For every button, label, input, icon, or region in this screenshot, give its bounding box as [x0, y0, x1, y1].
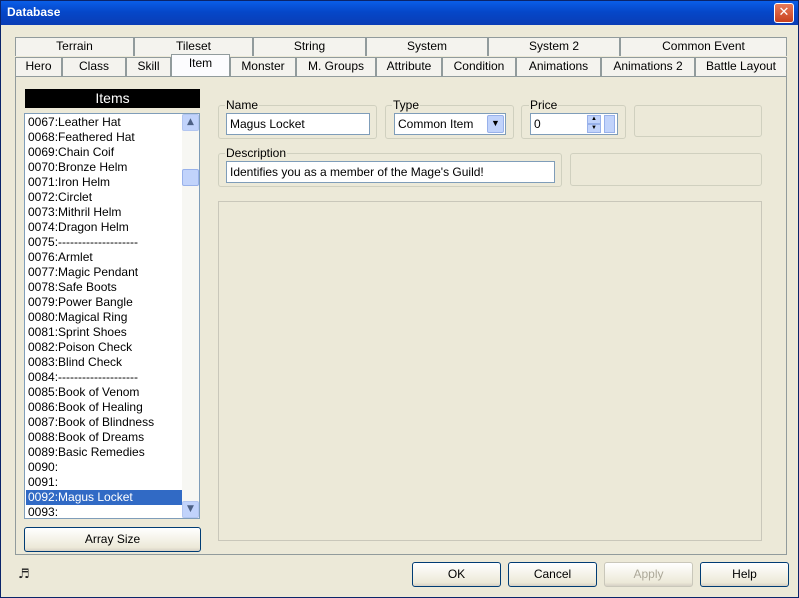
scroll-thumb[interactable]: [182, 169, 199, 186]
items-list-header: Items: [25, 89, 200, 108]
tab-system[interactable]: System: [366, 37, 488, 56]
list-item[interactable]: 0077:Magic Pendant: [26, 265, 185, 280]
chevron-down-icon[interactable]: ▼: [487, 115, 504, 133]
list-item[interactable]: 0083:Blind Check: [26, 355, 185, 370]
list-item[interactable]: 0074:Dragon Helm: [26, 220, 185, 235]
ok-button[interactable]: OK: [412, 562, 501, 587]
list-item[interactable]: 0071:Iron Helm: [26, 175, 185, 190]
list-item[interactable]: 0087:Book of Blindness: [26, 415, 185, 430]
list-item[interactable]: 0089:Basic Remedies: [26, 445, 185, 460]
list-item[interactable]: 0086:Book of Healing: [26, 400, 185, 415]
list-item[interactable]: 0069:Chain Coif: [26, 145, 185, 160]
list-item[interactable]: 0075:--------------------: [26, 235, 185, 250]
name-input[interactable]: Magus Locket: [226, 113, 370, 135]
list-item[interactable]: 0070:Bronze Helm: [26, 160, 185, 175]
list-item[interactable]: 0090:: [26, 460, 185, 475]
list-item[interactable]: 0079:Power Bangle: [26, 295, 185, 310]
array-size-button[interactable]: Array Size: [24, 527, 201, 552]
tab-animations[interactable]: Animations: [516, 57, 601, 76]
price-stepper[interactable]: 0 ▲ ▼: [530, 113, 618, 135]
spin-up-icon[interactable]: ▲: [587, 115, 601, 124]
price-label: Price: [529, 98, 559, 112]
help-button[interactable]: Help: [700, 562, 789, 587]
tab-monster[interactable]: Monster: [230, 57, 296, 76]
list-item[interactable]: 0068:Feathered Hat: [26, 130, 185, 145]
description-label: Description: [225, 146, 288, 160]
scroll-down-icon[interactable]: ▼: [182, 501, 199, 518]
list-item[interactable]: 0091:: [26, 475, 185, 490]
list-item[interactable]: 0081:Sprint Shoes: [26, 325, 185, 340]
list-item[interactable]: 0076:Armlet: [26, 250, 185, 265]
close-icon[interactable]: ✕: [774, 3, 794, 23]
list-item[interactable]: 0093:: [26, 505, 185, 518]
list-item[interactable]: 0067:Leather Hat: [26, 115, 185, 130]
list-item[interactable]: 0088:Book of Dreams: [26, 430, 185, 445]
database-window: Database ✕ Terrain Tileset String System…: [0, 0, 799, 598]
list-item[interactable]: 0078:Safe Boots: [26, 280, 185, 295]
list-item[interactable]: 0082:Poison Check: [26, 340, 185, 355]
empty-group-1: [634, 105, 762, 137]
items-list[interactable]: 0093: 0092:Magus Locket 0091: 0090: 0089:Bas…: [24, 113, 200, 519]
list-item[interactable]: 0073:Mithril Helm: [26, 205, 185, 220]
tab-condition[interactable]: Condition: [442, 57, 516, 76]
tab-hero[interactable]: Hero: [15, 57, 62, 76]
apply-button[interactable]: Apply: [604, 562, 693, 587]
list-item[interactable]: 0085:Book of Venom: [26, 385, 185, 400]
description-input[interactable]: Identifies you as a member of the Mage's…: [226, 161, 555, 183]
cancel-button[interactable]: Cancel: [508, 562, 597, 587]
price-value: 0: [534, 117, 541, 131]
tab-attribute[interactable]: Attribute: [376, 57, 442, 76]
tab-string[interactable]: String: [253, 37, 366, 56]
window-title: Database: [7, 5, 61, 19]
list-item[interactable]: 0084:--------------------: [26, 370, 185, 385]
list-item[interactable]: 0080:Magical Ring: [26, 310, 185, 325]
list-item[interactable]: 0092:Magus Locket: [26, 490, 185, 505]
tab-animations-2[interactable]: Animations 2: [601, 57, 695, 76]
tab-system-2[interactable]: System 2: [488, 37, 620, 56]
type-select[interactable]: Common Item ▼: [394, 113, 506, 135]
tab-terrain[interactable]: Terrain: [15, 37, 134, 56]
tab-battle-layout[interactable]: Battle Layout: [695, 57, 787, 76]
spin-slider-icon[interactable]: [604, 115, 615, 133]
name-label: Name: [225, 98, 260, 112]
scroll-up-icon[interactable]: ▲: [182, 114, 199, 131]
type-select-value: Common Item: [398, 117, 474, 131]
tab-m-groups[interactable]: M. Groups: [296, 57, 376, 76]
music-icon[interactable]: ♬: [18, 567, 30, 582]
title-bar[interactable]: Database ✕: [1, 1, 798, 25]
tab-common-event[interactable]: Common Event: [620, 37, 787, 56]
type-label: Type: [392, 98, 421, 112]
tab-item[interactable]: Item: [171, 54, 230, 76]
spin-down-icon[interactable]: ▼: [587, 124, 601, 133]
tab-class[interactable]: Class: [62, 57, 126, 76]
tab-skill[interactable]: Skill: [126, 57, 171, 76]
empty-group-2: [570, 153, 762, 186]
item-detail-area: [218, 201, 762, 541]
items-list-scrollbar[interactable]: ▲ ▼: [182, 114, 199, 518]
list-item[interactable]: 0072:Circlet: [26, 190, 185, 205]
